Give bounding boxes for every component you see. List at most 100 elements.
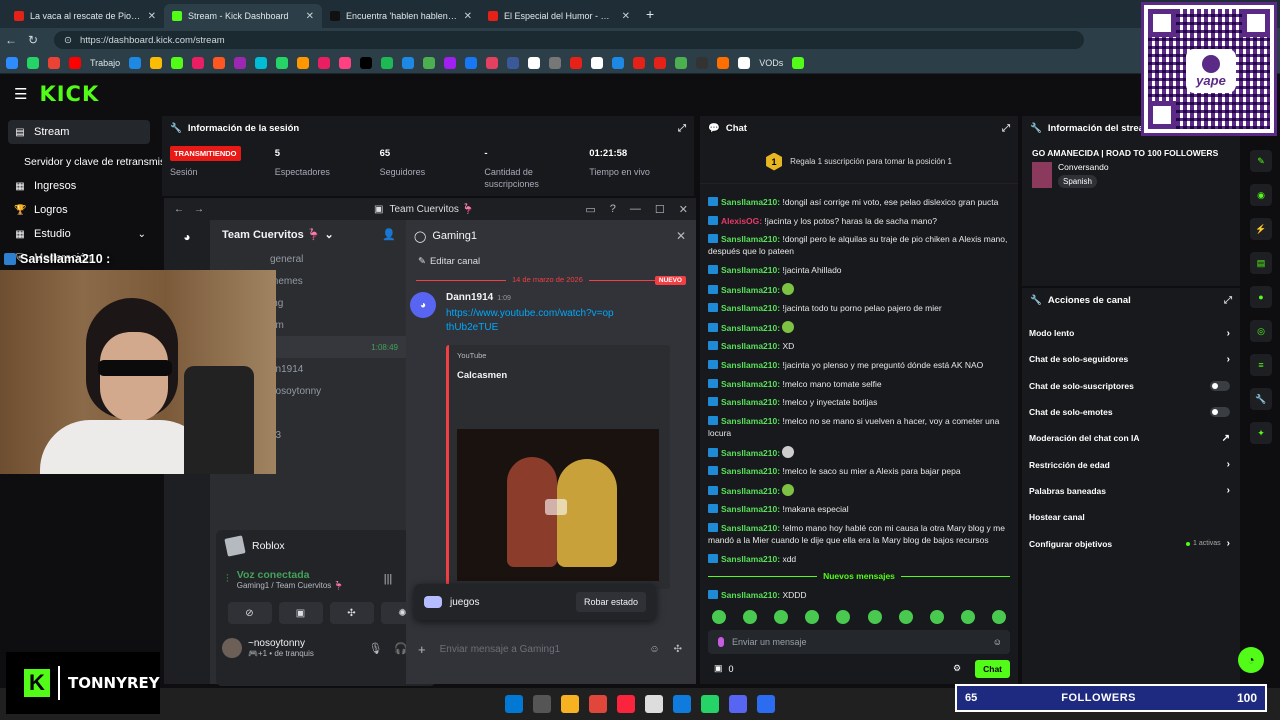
taskbar-app-icon[interactable] [673,695,691,713]
channel-action[interactable]: Hostear canal [1022,504,1240,530]
chat-input[interactable]: Enviar un mensaje ☺ [708,629,1010,654]
bookmark-icon[interactable] [27,56,39,69]
channel-action[interactable]: Restricción de edad › [1022,451,1240,477]
emote-icon[interactable] [991,609,1006,624]
emote-icon[interactable] [898,609,913,624]
taskbar-app-icon[interactable] [505,695,523,713]
activity-row[interactable]: Roblox ▣ [216,530,436,562]
chat-username[interactable]: AlexisOG: [721,216,762,226]
browser-tab[interactable]: Stream - Kick Dashboard ✕ [164,4,322,28]
bookmark-icon[interactable] [465,56,478,69]
bookmark-icon[interactable] [360,56,373,69]
discord-avatar-icon[interactable]: ◕ [410,292,436,318]
bookmark-icon[interactable] [150,56,163,69]
emote-icon[interactable] [805,609,820,624]
reload-icon[interactable]: ↻ [22,33,44,47]
tab-close-icon[interactable]: ✕ [464,11,472,22]
url-field[interactable]: ⊙ https://dashboard.kick.com/stream [54,31,1084,49]
channel-action[interactable]: Palabras baneadas › [1022,478,1240,504]
taskbar-app-icon[interactable] [729,695,747,713]
chat-username[interactable]: Sansllama210: [721,341,780,351]
bookmark-icon[interactable] [129,56,142,69]
bookmark-icon[interactable] [633,56,646,69]
browser-tab[interactable]: La vaca al rescate de Pio chicken ✕ [6,4,164,28]
bookmark-icon[interactable] [675,56,688,69]
taskbar-app-icon[interactable] [757,695,775,713]
bookmark-icon[interactable] [549,56,562,69]
sidebar-item[interactable]: ▦ Ingresos [0,174,160,198]
channel-action[interactable]: Chat de solo-emotes [1022,399,1240,425]
puzzle-icon[interactable]: ✦ [1250,422,1272,444]
close-icon[interactable]: ✕ [679,203,688,216]
kick-logo[interactable]: KICK [39,82,99,106]
camera-icon[interactable]: ◉ [1250,184,1272,206]
taskbar-app-icon[interactable] [645,695,663,713]
bookmark-icon[interactable] [69,56,81,69]
bookmark-icon[interactable] [234,56,247,69]
chat-username[interactable]: Sansllama210: [721,303,780,313]
channel-action[interactable]: Modo lento › [1022,320,1240,346]
toggle-switch[interactable] [1210,407,1230,418]
channel-action[interactable]: Configurar objetivos 1 activas › [1022,530,1240,556]
noise-suppression-icon[interactable]: ||| [384,573,393,585]
taskbar-app-icon[interactable] [533,695,551,713]
bookmark-icon[interactable] [6,56,18,69]
camera-off-icon[interactable]: ⊘ [227,602,272,624]
microphone-icon[interactable]: 🎙 [368,642,382,655]
emote-icon[interactable] [743,609,758,624]
emoji-icon[interactable]: ☺ [649,644,659,655]
category-row[interactable]: Conversando Spanish [1022,158,1240,192]
bookmark-icon[interactable] [423,56,436,69]
bookmark-icon[interactable] [654,56,667,69]
bookmark-icon[interactable] [792,56,805,69]
clipboard-icon[interactable]: ▤ [1250,252,1272,274]
bookmark-icon[interactable] [213,56,226,69]
menu-icon[interactable]: ☰ [14,85,27,103]
bookmark-icon[interactable] [612,56,625,69]
close-chat-icon[interactable]: ✕ [676,229,686,243]
steal-status-button[interactable]: Robar estado [575,592,646,612]
chat-username[interactable]: Sansllama210: [721,285,780,295]
chat-username[interactable]: Sansllama210: [721,265,780,275]
site-info-icon[interactable]: ⊙ [64,35,72,46]
emote-icon[interactable] [960,609,975,624]
bookmark-icon[interactable] [255,56,268,69]
sidebar-item[interactable]: ▦ Estudio ⌄ [0,222,160,246]
channel-item[interactable]: general [210,248,406,270]
emote-icon[interactable] [929,609,944,624]
send-chat-button[interactable]: Chat [975,659,1010,678]
video-thumbnail[interactable] [457,429,659,581]
taskbar-app-icon[interactable] [701,695,719,713]
broadcast-icon[interactable]: ◎ [1250,320,1272,342]
add-attachment-icon[interactable]: + [418,642,426,657]
bookmark-icon[interactable] [507,56,520,69]
toggle-switch[interactable] [1210,380,1230,391]
tab-close-icon[interactable]: ✕ [306,11,314,22]
bookmark-icon[interactable] [339,56,352,69]
bookmark-icon[interactable] [528,56,541,69]
emote-icon[interactable] [867,609,882,624]
tab-close-icon[interactable]: ✕ [148,11,156,22]
emote-icon[interactable] [712,609,726,624]
browser-tab[interactable]: El Especial del Humor - Claudio y ✕ [480,4,638,28]
bookmark-folder-label[interactable]: Trabajo [90,58,120,68]
chat-username[interactable]: Sansllama210: [721,554,780,564]
chat-username[interactable]: Sansllama210: [721,379,780,389]
forward-arrow-icon[interactable]: → [194,204,204,215]
taskbar-app-icon[interactable] [617,695,635,713]
chat-username[interactable]: Sansllama210: [721,523,780,533]
bookmark-icon[interactable] [381,56,394,69]
sidebar-item[interactable]: 🏆 Logros [0,198,160,222]
bookmark-icon[interactable] [717,56,730,69]
taskbar-app-icon[interactable] [589,695,607,713]
bookmark-vods-label[interactable]: VODs [759,58,783,68]
activities-icon[interactable]: ✣ [329,602,374,624]
back-arrow-icon[interactable]: ← [174,204,184,215]
bookmark-icon[interactable] [486,56,499,69]
bookmark-icon[interactable] [402,56,415,69]
edit-icon[interactable]: ✎ [1250,150,1272,172]
apps-icon[interactable]: ✣ [674,644,682,655]
sidebar-item[interactable]: Servidor y clave de retransmisión [0,150,179,174]
chat-username[interactable]: Sansllama210: [721,234,780,244]
bookmark-icon[interactable] [591,56,604,69]
